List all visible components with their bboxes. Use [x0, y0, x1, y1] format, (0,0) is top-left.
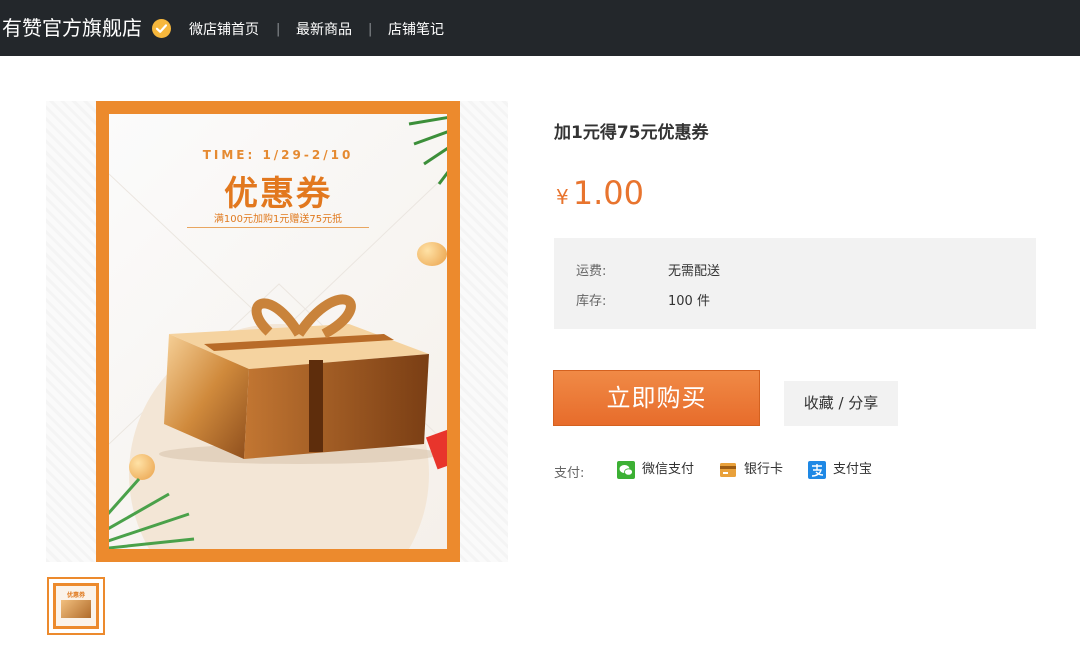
- thumbnail-title: 优惠券: [66, 592, 85, 599]
- product-price: ¥1.00: [556, 174, 644, 212]
- product-info-box: 运费: 无需配送 库存: 100 件: [554, 238, 1036, 329]
- wechat-pay-option[interactable]: 微信支付: [642, 459, 694, 481]
- nav-home-link[interactable]: 微店铺首页: [189, 20, 259, 40]
- stock-label: 库存:: [576, 294, 607, 309]
- palm-leaf-decoration: [408, 116, 447, 185]
- poster-time-text: TIME: 1/29-2/10: [202, 148, 354, 162]
- bank-card-icon: [720, 463, 736, 477]
- alipay-option[interactable]: 支付宝: [833, 459, 872, 481]
- price-amount: 1.00: [572, 174, 644, 212]
- currency-symbol: ¥: [556, 185, 569, 209]
- shipping-value: 无需配送: [668, 264, 721, 279]
- shipping-label: 运费:: [576, 264, 607, 279]
- coin-decoration: [417, 242, 447, 266]
- shop-name[interactable]: 有赞官方旗舰店: [2, 15, 142, 41]
- thumbnail-frame: 优惠券: [53, 583, 99, 629]
- nav-store-notes-link[interactable]: 店铺笔记: [388, 20, 444, 40]
- wechat-pay-icon: [617, 461, 635, 479]
- alipay-icon: [808, 461, 826, 479]
- verified-check-icon: [152, 19, 171, 38]
- favorite-share-button[interactable]: 收藏 / 分享: [784, 381, 898, 426]
- thumbnail-gift: [61, 600, 91, 618]
- nav-separator: |: [368, 22, 373, 37]
- nav-separator: |: [276, 22, 281, 37]
- poster-title: 优惠券: [224, 174, 332, 214]
- poster-subtitle: 满100元加购1元赠送75元抵: [187, 210, 369, 228]
- top-navigation-bar: 有赞官方旗舰店 微店铺首页 | 最新商品 | 店铺笔记: [0, 0, 1080, 56]
- buy-now-button[interactable]: 立即购买: [553, 370, 760, 426]
- gift-box-illustration: [159, 294, 439, 464]
- product-title: 加1元得75元优惠券: [554, 123, 709, 143]
- stock-value: 100 件: [668, 294, 710, 309]
- bank-card-option[interactable]: 银行卡: [744, 459, 783, 481]
- payment-label: 支付:: [554, 466, 585, 481]
- product-main-image[interactable]: TIME: 1/29-2/10 优惠券 满100元加购1元赠送75元抵: [96, 101, 460, 562]
- palm-leaf-decoration: [109, 478, 195, 549]
- nav-new-products-link[interactable]: 最新商品: [296, 20, 352, 40]
- product-thumbnail[interactable]: 优惠券: [47, 577, 105, 635]
